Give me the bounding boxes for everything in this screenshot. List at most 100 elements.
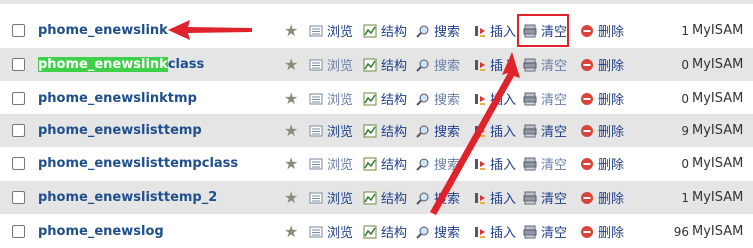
structure-button[interactable]: 结构 — [363, 21, 407, 40]
empty-icon — [523, 191, 537, 205]
browse-button[interactable]: 浏览 — [309, 154, 353, 173]
insert-button[interactable]: 插入 — [472, 188, 516, 207]
table-name-link[interactable]: phome_enewslinkclass — [38, 57, 204, 72]
search-button[interactable]: 搜索 — [416, 89, 460, 108]
table-name-link[interactable]: phome_enewslog — [38, 224, 164, 239]
row-count: 0 — [681, 156, 689, 171]
search-button[interactable]: 搜索 — [416, 188, 460, 207]
drop-button[interactable]: 删除 — [580, 222, 624, 241]
insert-icon — [472, 92, 486, 106]
favorite-star-icon[interactable]: ★ — [284, 55, 298, 74]
structure-label: 结构 — [381, 158, 408, 173]
drop-button[interactable]: 删除 — [580, 21, 624, 40]
row-checkbox[interactable] — [12, 24, 25, 37]
drop-label: 删除 — [598, 25, 625, 40]
table-name-link[interactable]: phome_enewslink — [38, 23, 168, 38]
structure-label: 结构 — [381, 226, 408, 241]
search-button[interactable]: 搜索 — [416, 154, 460, 173]
table-name-link[interactable]: phome_enewslisttemp_2 — [38, 190, 217, 205]
browse-icon — [309, 225, 323, 239]
search-label: 搜索 — [434, 59, 461, 74]
drop-label: 删除 — [598, 93, 625, 108]
structure-label: 结构 — [381, 25, 408, 40]
empty-icon — [523, 225, 537, 239]
table-name-link[interactable]: phome_enewslisttemp — [38, 123, 202, 138]
structure-button[interactable]: 结构 — [363, 121, 407, 140]
drop-button[interactable]: 删除 — [580, 55, 624, 74]
insert-button[interactable]: 插入 — [472, 222, 516, 241]
empty-button[interactable]: 清空 — [523, 154, 567, 173]
drop-button[interactable]: 删除 — [580, 188, 624, 207]
table-row: phome_enewslinkclass ★ 浏览 结构 搜索 插入 清空 删除 0 MyISAM — [0, 48, 753, 81]
browse-label: 浏览 — [327, 25, 354, 40]
insert-button[interactable]: 插入 — [472, 89, 516, 108]
browse-label: 浏览 — [327, 192, 354, 207]
row-checkbox[interactable] — [12, 124, 25, 137]
insert-button[interactable]: 插入 — [472, 121, 516, 140]
row-count: 96 — [673, 224, 689, 239]
favorite-star-icon[interactable]: ★ — [284, 154, 298, 173]
table-row: phome_enewslink ★ 浏览 结构 搜索 插入 清空 删除 1 MyISAM — [0, 14, 753, 47]
search-button[interactable]: 搜索 — [416, 21, 460, 40]
drop-label: 删除 — [598, 59, 625, 74]
search-label: 搜索 — [434, 192, 461, 207]
structure-button[interactable]: 结构 — [363, 154, 407, 173]
row-checkbox[interactable] — [12, 157, 25, 170]
search-button[interactable]: 搜索 — [416, 222, 460, 241]
empty-label: 清空 — [541, 59, 568, 74]
search-icon — [416, 92, 430, 106]
table-name-link[interactable]: phome_enewslisttempclass — [38, 156, 238, 171]
storage-engine: MyISAM — [692, 57, 744, 72]
favorite-star-icon[interactable]: ★ — [284, 89, 298, 108]
browse-button[interactable]: 浏览 — [309, 55, 353, 74]
row-checkbox[interactable] — [12, 191, 25, 204]
row-checkbox[interactable] — [12, 92, 25, 105]
empty-button[interactable]: 清空 — [523, 55, 567, 74]
structure-button[interactable]: 结构 — [363, 188, 407, 207]
drop-icon — [580, 58, 594, 72]
search-icon — [416, 225, 430, 239]
insert-button[interactable]: 插入 — [472, 55, 516, 74]
drop-button[interactable]: 删除 — [580, 154, 624, 173]
storage-engine: MyISAM — [692, 190, 744, 205]
row-checkbox[interactable] — [12, 225, 25, 238]
empty-button[interactable]: 清空 — [523, 121, 567, 140]
structure-button[interactable]: 结构 — [363, 89, 407, 108]
table-row: phome_enewslisttemp_2 ★ 浏览 结构 搜索 插入 清空 删除 1 MyISA… — [0, 181, 753, 214]
insert-button[interactable]: 插入 — [472, 21, 516, 40]
search-button[interactable]: 搜索 — [416, 121, 460, 140]
browse-label: 浏览 — [327, 226, 354, 241]
structure-icon — [363, 58, 377, 72]
browse-button[interactable]: 浏览 — [309, 188, 353, 207]
structure-button[interactable]: 结构 — [363, 222, 407, 241]
storage-engine: MyISAM — [692, 156, 744, 171]
browse-button[interactable]: 浏览 — [309, 21, 353, 40]
row-checkbox[interactable] — [12, 58, 25, 71]
favorite-star-icon[interactable]: ★ — [284, 188, 298, 207]
empty-button[interactable]: 清空 — [523, 222, 567, 241]
empty-button[interactable]: 清空 — [523, 188, 567, 207]
favorite-star-icon[interactable]: ★ — [284, 222, 298, 241]
search-label: 搜索 — [434, 158, 461, 173]
row-count: 9 — [681, 123, 689, 138]
drop-button[interactable]: 删除 — [580, 121, 624, 140]
drop-icon — [580, 225, 594, 239]
structure-button[interactable]: 结构 — [363, 55, 407, 74]
empty-button[interactable]: 清空 — [523, 89, 567, 108]
favorite-star-icon[interactable]: ★ — [284, 121, 298, 140]
browse-button[interactable]: 浏览 — [309, 222, 353, 241]
browse-button[interactable]: 浏览 — [309, 121, 353, 140]
search-button[interactable]: 搜索 — [416, 55, 460, 74]
browse-label: 浏览 — [327, 158, 354, 173]
search-label: 搜索 — [434, 25, 461, 40]
table-name-link[interactable]: phome_enewslinktmp — [38, 91, 197, 106]
insert-label: 插入 — [490, 25, 517, 40]
drop-button[interactable]: 删除 — [580, 89, 624, 108]
browse-button[interactable]: 浏览 — [309, 89, 353, 108]
favorite-star-icon[interactable]: ★ — [284, 21, 298, 40]
structure-icon — [363, 225, 377, 239]
storage-engine: MyISAM — [692, 123, 744, 138]
storage-engine: MyISAM — [692, 91, 744, 106]
insert-button[interactable]: 插入 — [472, 154, 516, 173]
insert-label: 插入 — [490, 125, 517, 140]
